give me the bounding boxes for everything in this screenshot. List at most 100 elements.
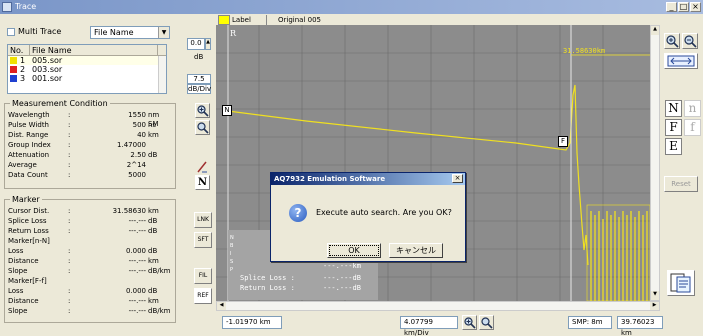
row-colon: : (68, 247, 71, 255)
row-label: Cursor Dist. (8, 207, 50, 215)
condition-row: Marker[n-N] (8, 237, 168, 246)
status-start-distance: -1.01970 km (222, 316, 282, 329)
row-colon: : (68, 151, 71, 159)
minimize-button[interactable]: _ (666, 2, 677, 12)
file-name-select[interactable]: File Name ▼ (90, 26, 170, 39)
multi-trace-label: Multi Trace (18, 27, 62, 36)
row-label: Marker[n-N] (8, 237, 50, 245)
marker-n-flag[interactable]: N (222, 105, 232, 116)
row-value: 1550 (128, 111, 146, 119)
right-zoom-in-button[interactable] (664, 33, 680, 49)
file-table-scrollbar[interactable] (158, 56, 166, 93)
status-zoom-in-button[interactable] (462, 315, 477, 330)
n-small-button[interactable]: n (684, 100, 701, 117)
scale-value: 7.5 (193, 75, 205, 83)
cursor-readout: 31.58630km (563, 47, 606, 55)
row-colon: : (68, 267, 71, 275)
table-row[interactable]: 2 003.sor (8, 65, 166, 74)
row-no: 3 (20, 74, 26, 83)
sft-button[interactable]: SFT (194, 232, 212, 248)
condition-row: Cursor Dist.: 31.58630 km (8, 207, 168, 216)
marker-f-flag[interactable]: F (558, 136, 568, 147)
status-zoom-out-button[interactable] (479, 315, 494, 330)
plot-horizontal-scrollbar[interactable]: ◀ ▶ (216, 301, 660, 311)
row-colon: : (68, 227, 71, 235)
condition-row: Slope: ---.--- dB/km (8, 307, 171, 316)
row-value: 1.47000 (117, 141, 146, 149)
maximize-button[interactable]: □ (678, 2, 689, 12)
window-titlebar: Trace _ □ × (0, 0, 703, 14)
row-value: 0.000 (125, 287, 146, 295)
dialog-title: AQ7932 Emulation Software (274, 175, 386, 183)
scale-input[interactable]: 7.5 (187, 74, 211, 84)
overlay-splice-loss-label: Splice Loss : (240, 274, 295, 282)
row-colon: : (68, 131, 71, 139)
fil-button[interactable]: FIL (194, 268, 212, 284)
table-row[interactable]: 1 005.sor (8, 56, 166, 65)
condition-row: Splice Loss: ---.--- dB (8, 217, 168, 226)
trace-color-swatch (10, 66, 17, 73)
right-zoom-out-button[interactable] (682, 33, 698, 49)
row-unit: dB (148, 217, 158, 225)
offset-spinner[interactable]: ▲ (205, 38, 211, 50)
table-row[interactable]: 3 001.sor (8, 74, 166, 83)
n-button[interactable]: N (665, 100, 682, 117)
row-label: Splice Loss (8, 217, 47, 225)
reset-button[interactable]: Reset (664, 176, 698, 192)
f-button[interactable]: F (665, 119, 682, 136)
magnifier-icon (481, 317, 493, 329)
f-small-button[interactable]: f (684, 119, 701, 136)
status-km-per-div: 4.07799 km/Div (400, 316, 458, 336)
row-unit: km (148, 207, 159, 215)
row-colon: : (68, 141, 71, 149)
offset-input[interactable]: 0.0 (187, 38, 205, 50)
report-button[interactable] (667, 270, 695, 296)
row-colon: : (68, 287, 71, 295)
zoom-area-button[interactable] (195, 120, 210, 135)
multi-trace-checkbox[interactable]: Multi Trace (7, 27, 61, 36)
e-button[interactable]: E (665, 138, 682, 155)
condition-row: Average: 2^14 (8, 161, 168, 170)
row-colon: : (68, 307, 71, 315)
status-end-distance: 39.76023 km (617, 316, 663, 336)
header-divider (266, 15, 274, 25)
row-file-name: 005.sor (32, 56, 63, 65)
row-value: 5000 (128, 171, 146, 179)
condition-row: Return Loss: ---.--- dB (8, 227, 168, 236)
condition-row: Data Count: 5000 (8, 171, 168, 180)
plot-vertical-scrollbar[interactable]: ▲ ▼ (650, 25, 660, 301)
row-unit: km (148, 131, 159, 139)
trace-color-swatch (10, 75, 17, 82)
fit-width-button[interactable] (664, 53, 698, 69)
row-colon: : (68, 121, 71, 129)
row-label: Distance (8, 257, 39, 265)
cancel-button[interactable]: キャンセル (389, 243, 443, 258)
ok-button[interactable]: OK (327, 243, 381, 258)
app-icon (2, 2, 12, 12)
ref-button[interactable]: REF (194, 288, 212, 304)
condition-row: Loss: 0.000 dB (8, 287, 168, 296)
row-colon: : (68, 171, 71, 179)
close-button[interactable]: × (690, 2, 701, 12)
row-label: Average (8, 161, 37, 169)
offset-unit: dB (194, 53, 204, 61)
scroll-up-arrow[interactable]: ▲ (651, 26, 659, 35)
row-colon: : (68, 217, 71, 225)
file-name-select-value: File Name (94, 28, 134, 37)
original-label: Original 005 (278, 16, 321, 24)
scroll-left-arrow[interactable]: ◀ (217, 302, 226, 310)
scroll-right-arrow[interactable]: ▶ (650, 302, 659, 310)
row-colon: : (68, 207, 71, 215)
scroll-down-arrow[interactable]: ▼ (651, 291, 659, 300)
lnk-button[interactable]: LNK (194, 212, 212, 228)
magnifier-plus-icon (197, 105, 209, 117)
marker-pen-icon (197, 161, 207, 173)
row-unit: dB/km (148, 307, 171, 315)
marker-tool-button[interactable] (195, 160, 210, 175)
plot-header: Label Original 005 (216, 15, 650, 25)
n-marker-button[interactable]: N (195, 175, 210, 190)
dialog-close-button[interactable]: × (452, 174, 463, 183)
report-icon (670, 273, 691, 293)
zoom-in-button[interactable] (195, 103, 210, 118)
row-unit: dB/km (148, 267, 171, 275)
